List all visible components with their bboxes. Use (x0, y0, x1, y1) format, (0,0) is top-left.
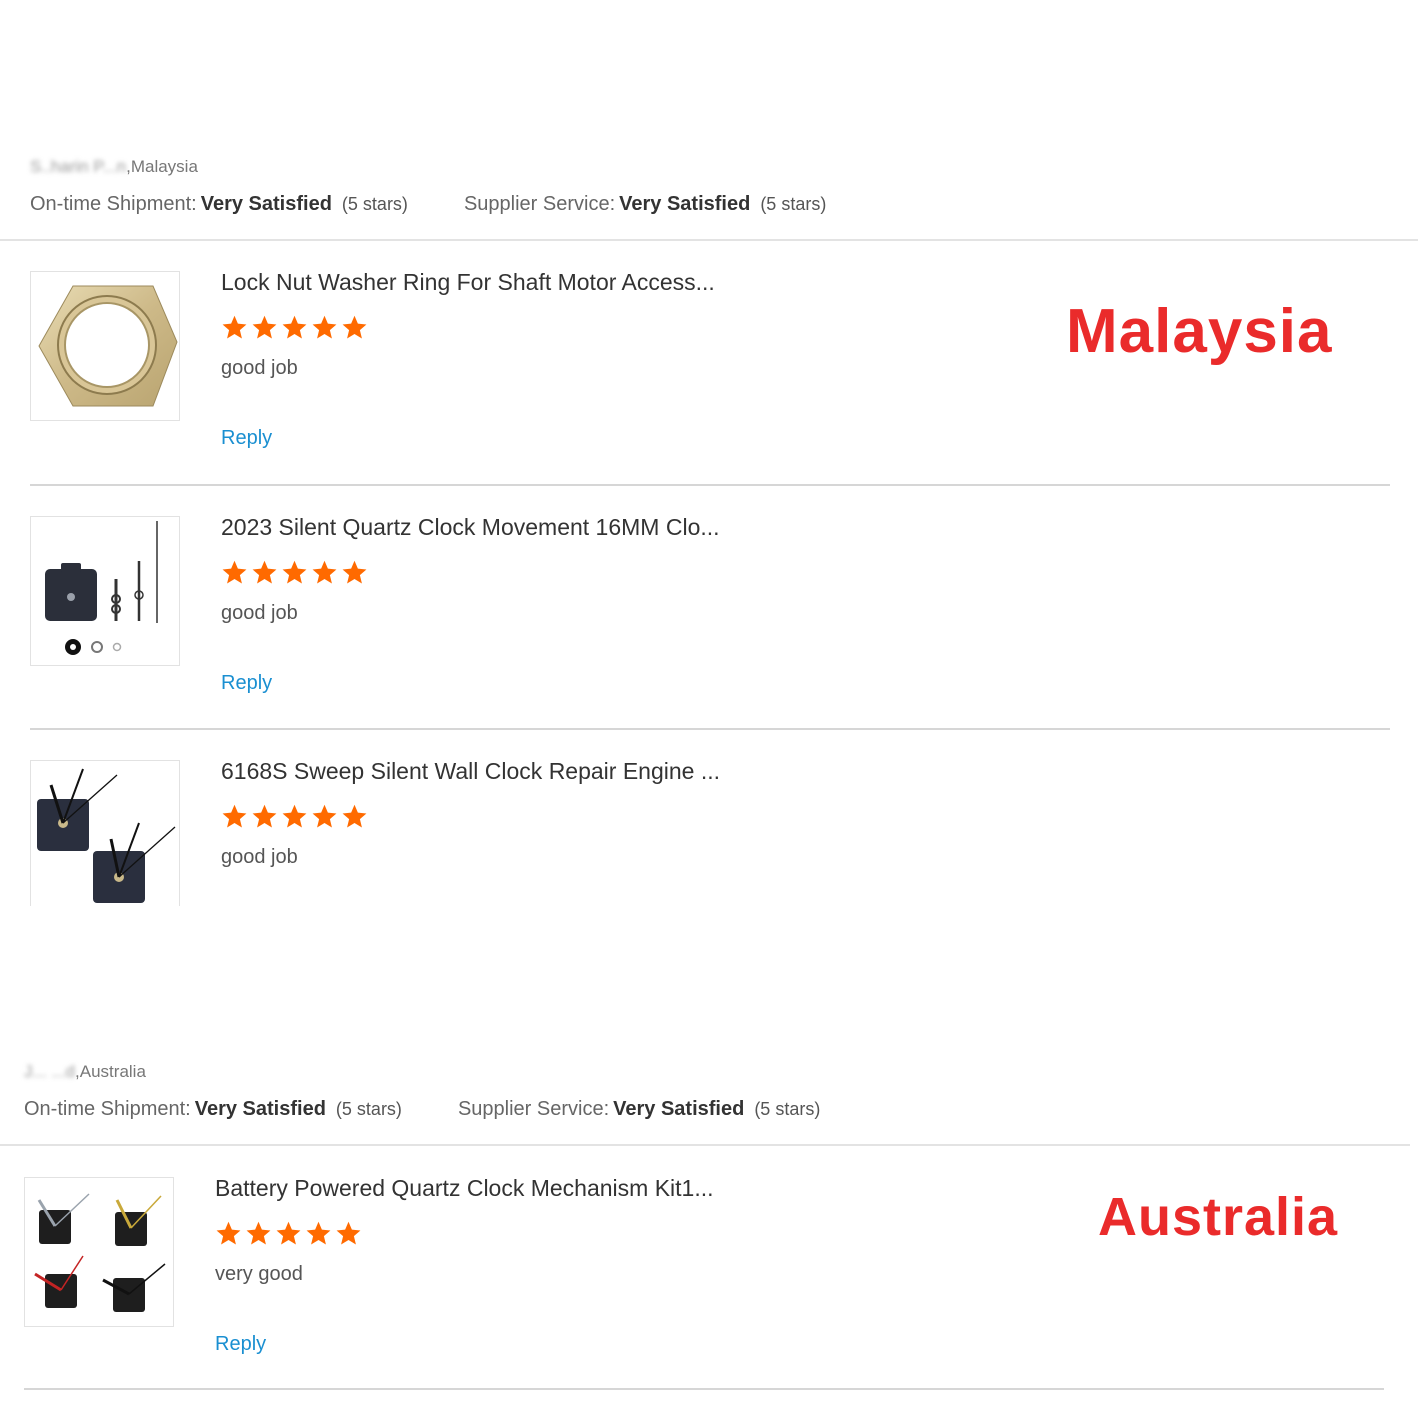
country-tag: Malaysia (1066, 297, 1333, 366)
product-thumbnail[interactable] (30, 760, 180, 906)
star-icon (222, 804, 247, 828)
star-rating (221, 559, 368, 586)
product-title[interactable]: Battery Powered Quartz Clock Mechanism K… (215, 1175, 714, 1202)
item-divider (24, 1388, 1384, 1390)
star-icon (252, 315, 277, 339)
clock-kit-four-colors-image (34, 1193, 166, 1312)
star-icon (342, 560, 367, 584)
star-icon (312, 560, 337, 584)
shop-ratings: On-time Shipment: Very Satisfied (5 stars)… (30, 193, 826, 216)
divider (0, 1144, 1410, 1146)
service-label: Supplier Service: (457, 1098, 610, 1120)
reply-link[interactable]: Reply (221, 672, 272, 695)
service-value: Very Satisfied (613, 1098, 745, 1120)
star-icon (306, 1221, 331, 1245)
star-icon (216, 1221, 241, 1245)
reviewer-info: J... ...d,Australia (24, 1062, 146, 1081)
review-comment: very good (215, 1263, 303, 1285)
ontime-label: On-time Shipment: (30, 193, 197, 215)
review-comment: good job (221, 357, 298, 379)
clock-movement-image (45, 521, 158, 655)
shop-ratings: On-time Shipment: Very Satisfied (5 stars)… (24, 1098, 820, 1121)
ontime-label: On-time Shipment: (24, 1098, 191, 1120)
product-thumbnail[interactable] (30, 516, 180, 666)
star-rating (215, 1220, 362, 1247)
reviewer-name: J... ...d (24, 1062, 76, 1081)
product-title[interactable]: Lock Nut Washer Ring For Shaft Motor Acc… (221, 269, 715, 296)
star-icon (246, 1221, 271, 1245)
item-divider (30, 484, 1390, 486)
hex-nut-image (38, 285, 178, 407)
country-tag: Australia (1098, 1187, 1339, 1247)
service-stars: (5 stars) (754, 1099, 821, 1119)
star-icon (342, 804, 367, 828)
reviewer-country: Australia (79, 1062, 146, 1081)
star-icon (282, 560, 307, 584)
star-icon (252, 804, 277, 828)
star-icon (342, 315, 367, 339)
product-thumbnail[interactable] (30, 271, 180, 421)
star-icon (312, 315, 337, 339)
divider (0, 239, 1418, 241)
clock-movement-pair-image (37, 768, 176, 903)
star-icon (336, 1221, 361, 1245)
reply-link[interactable]: Reply (215, 1333, 266, 1356)
star-icon (282, 804, 307, 828)
item-divider (30, 728, 1390, 730)
reviewer-name: S..harin P...n (30, 157, 127, 176)
product-title[interactable]: 6168S Sweep Silent Wall Clock Repair Eng… (221, 758, 720, 785)
ontime-stars: (5 stars) (335, 1099, 402, 1119)
review-comment: good job (221, 846, 298, 868)
reply-link[interactable]: Reply (221, 427, 272, 450)
ontime-value: Very Satisfied (194, 1098, 326, 1120)
star-rating (221, 314, 368, 341)
service-value: Very Satisfied (619, 193, 751, 215)
star-icon (222, 560, 247, 584)
star-icon (252, 560, 277, 584)
product-thumbnail[interactable] (24, 1177, 174, 1327)
star-icon (276, 1221, 301, 1245)
service-label: Supplier Service: (463, 193, 616, 215)
ontime-stars: (5 stars) (341, 194, 408, 214)
review-comment: good job (221, 602, 298, 624)
star-icon (282, 315, 307, 339)
service-stars: (5 stars) (760, 194, 827, 214)
star-rating (221, 803, 368, 830)
product-title[interactable]: 2023 Silent Quartz Clock Movement 16MM C… (221, 514, 720, 541)
reviewer-info: S..harin P...n,Malaysia (30, 157, 198, 176)
star-icon (312, 804, 337, 828)
reviewer-country: Malaysia (130, 157, 198, 176)
ontime-value: Very Satisfied (200, 193, 332, 215)
star-icon (222, 315, 247, 339)
